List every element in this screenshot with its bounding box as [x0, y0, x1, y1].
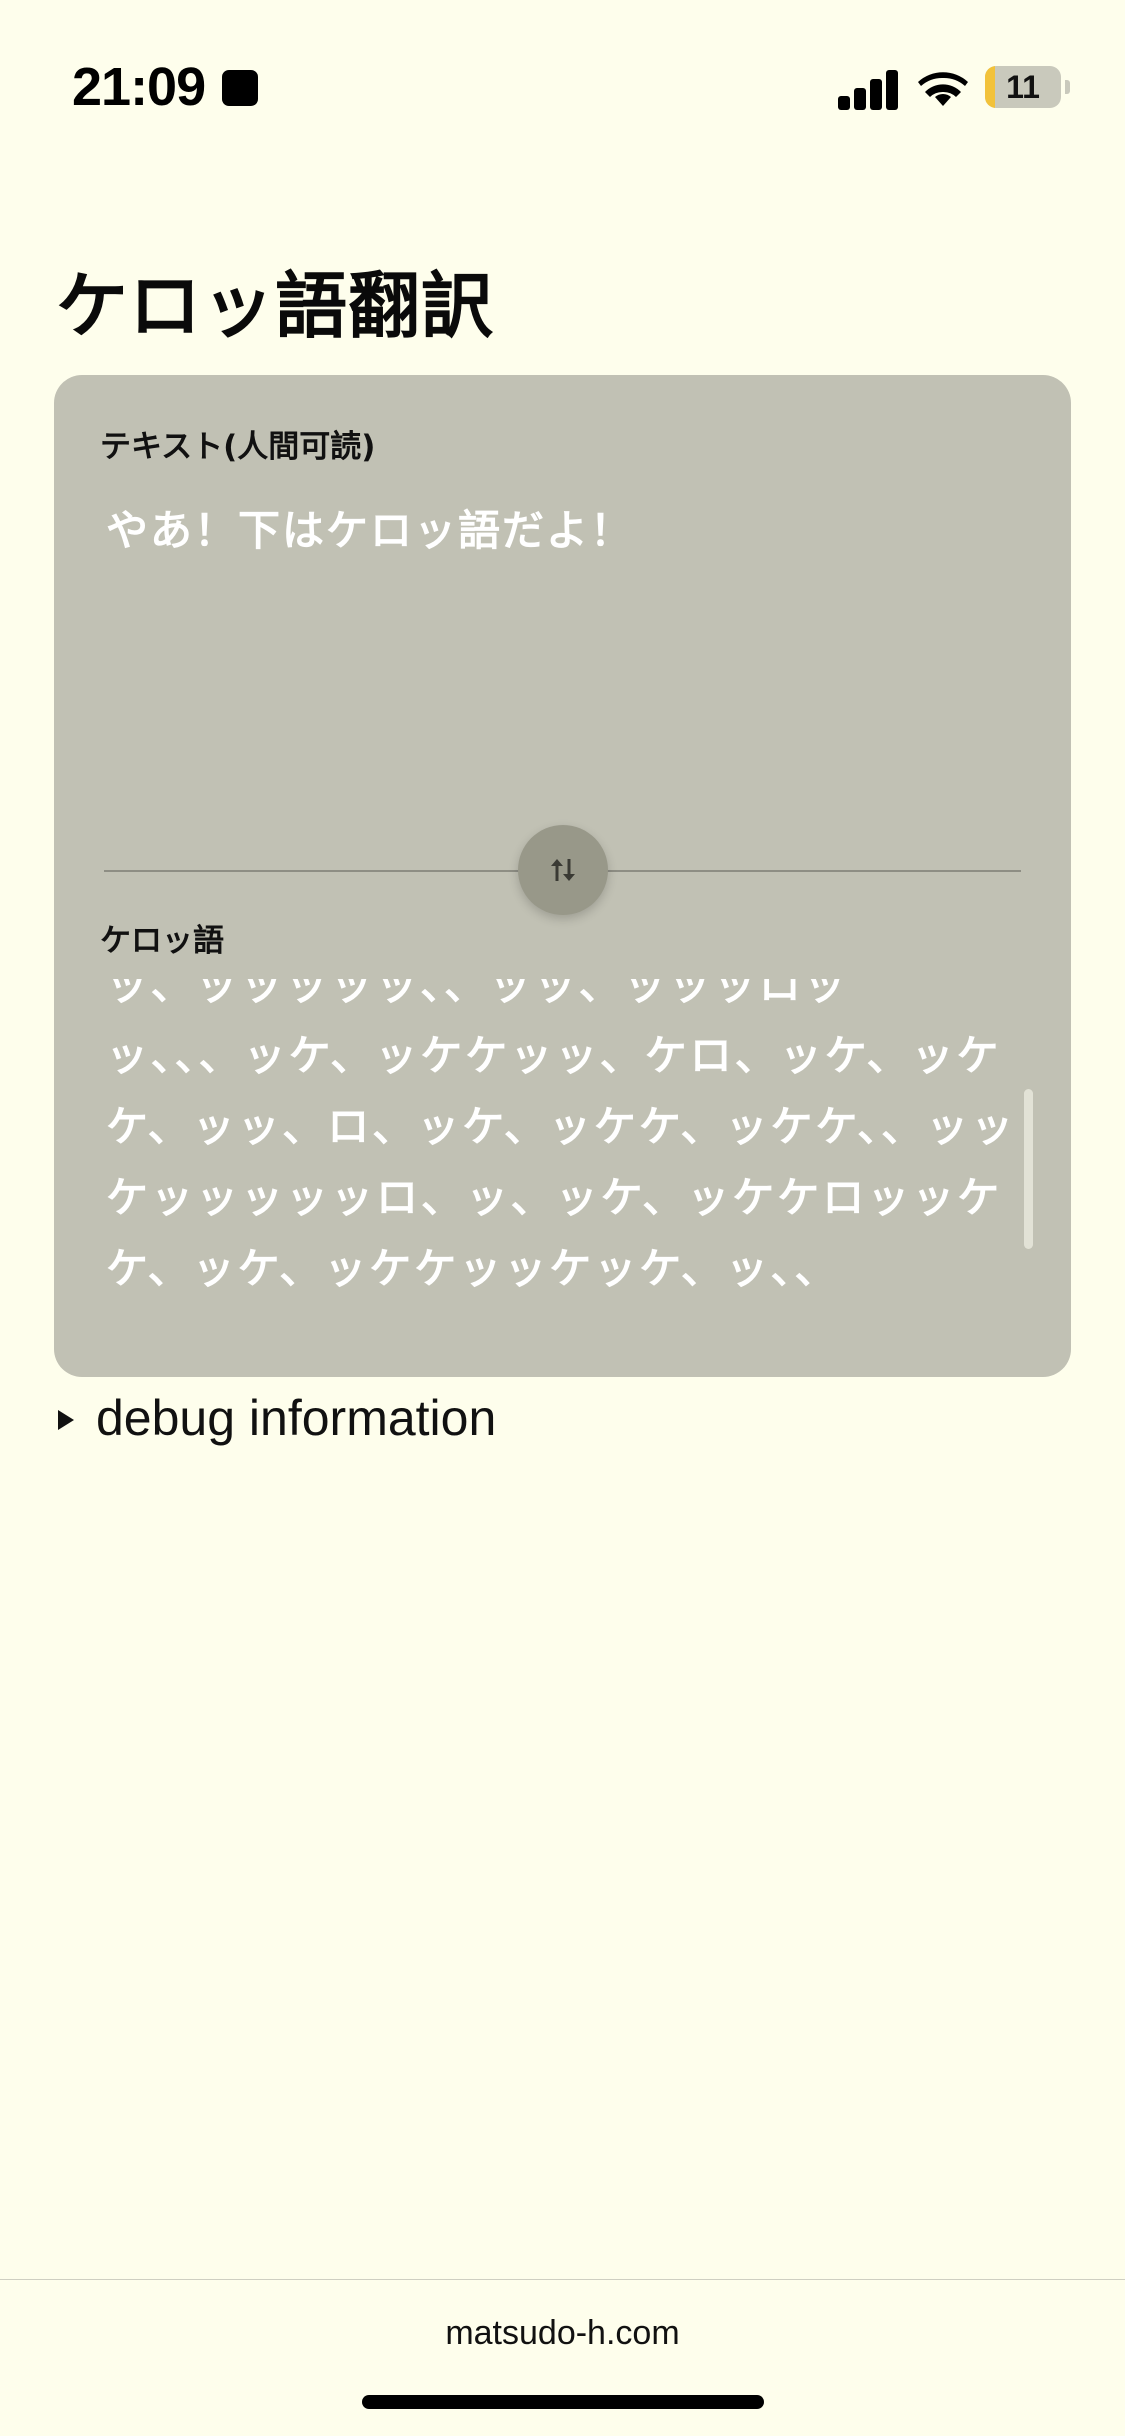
scrollbar[interactable]	[1024, 1089, 1033, 1249]
translator-card: テキスト(人間可読) やあ！下はケロッ語だよ！ ケロッ語 ッ、ッッッッッ、、ッッ…	[54, 375, 1071, 1377]
swap-vertical-icon	[551, 859, 575, 881]
debug-summary-label: debug information	[96, 1390, 497, 1446]
human-text-label: テキスト(人間可読)	[100, 429, 376, 465]
kero-text: ッ、ッッッッッ、、ッッ、ッッッロッ ッ、、、ッケ、ッケケッッ、ケロ、ッケ、ッケケ…	[106, 979, 1017, 1293]
swap-button[interactable]	[518, 825, 608, 915]
battery-level: 11	[1006, 69, 1040, 105]
stop-icon	[222, 70, 258, 106]
home-indicator[interactable]	[362, 2395, 764, 2409]
disclosure-triangle-icon	[58, 1410, 74, 1430]
debug-toggle[interactable]: debug information	[58, 1388, 496, 1448]
footer-divider	[0, 2279, 1125, 2280]
human-text-input[interactable]: やあ！下はケロッ語だよ！	[106, 501, 1026, 561]
battery-icon: 11	[985, 66, 1070, 110]
signal-icon	[838, 68, 900, 110]
status-time: 21:09	[72, 57, 206, 117]
wifi-icon	[918, 72, 968, 106]
status-bar: 21:09 11	[0, 0, 1125, 175]
footer-domain[interactable]: matsudo-h.com	[0, 2314, 1125, 2353]
kero-text-label: ケロッ語	[100, 923, 224, 959]
kero-text-output[interactable]: ッ、ッッッッッ、、ッッ、ッッッロッ ッ、、、ッケ、ッケケッッ、ケロ、ッケ、ッケケ…	[106, 979, 1036, 1309]
page-title: ケロッ語翻訳	[56, 264, 495, 348]
